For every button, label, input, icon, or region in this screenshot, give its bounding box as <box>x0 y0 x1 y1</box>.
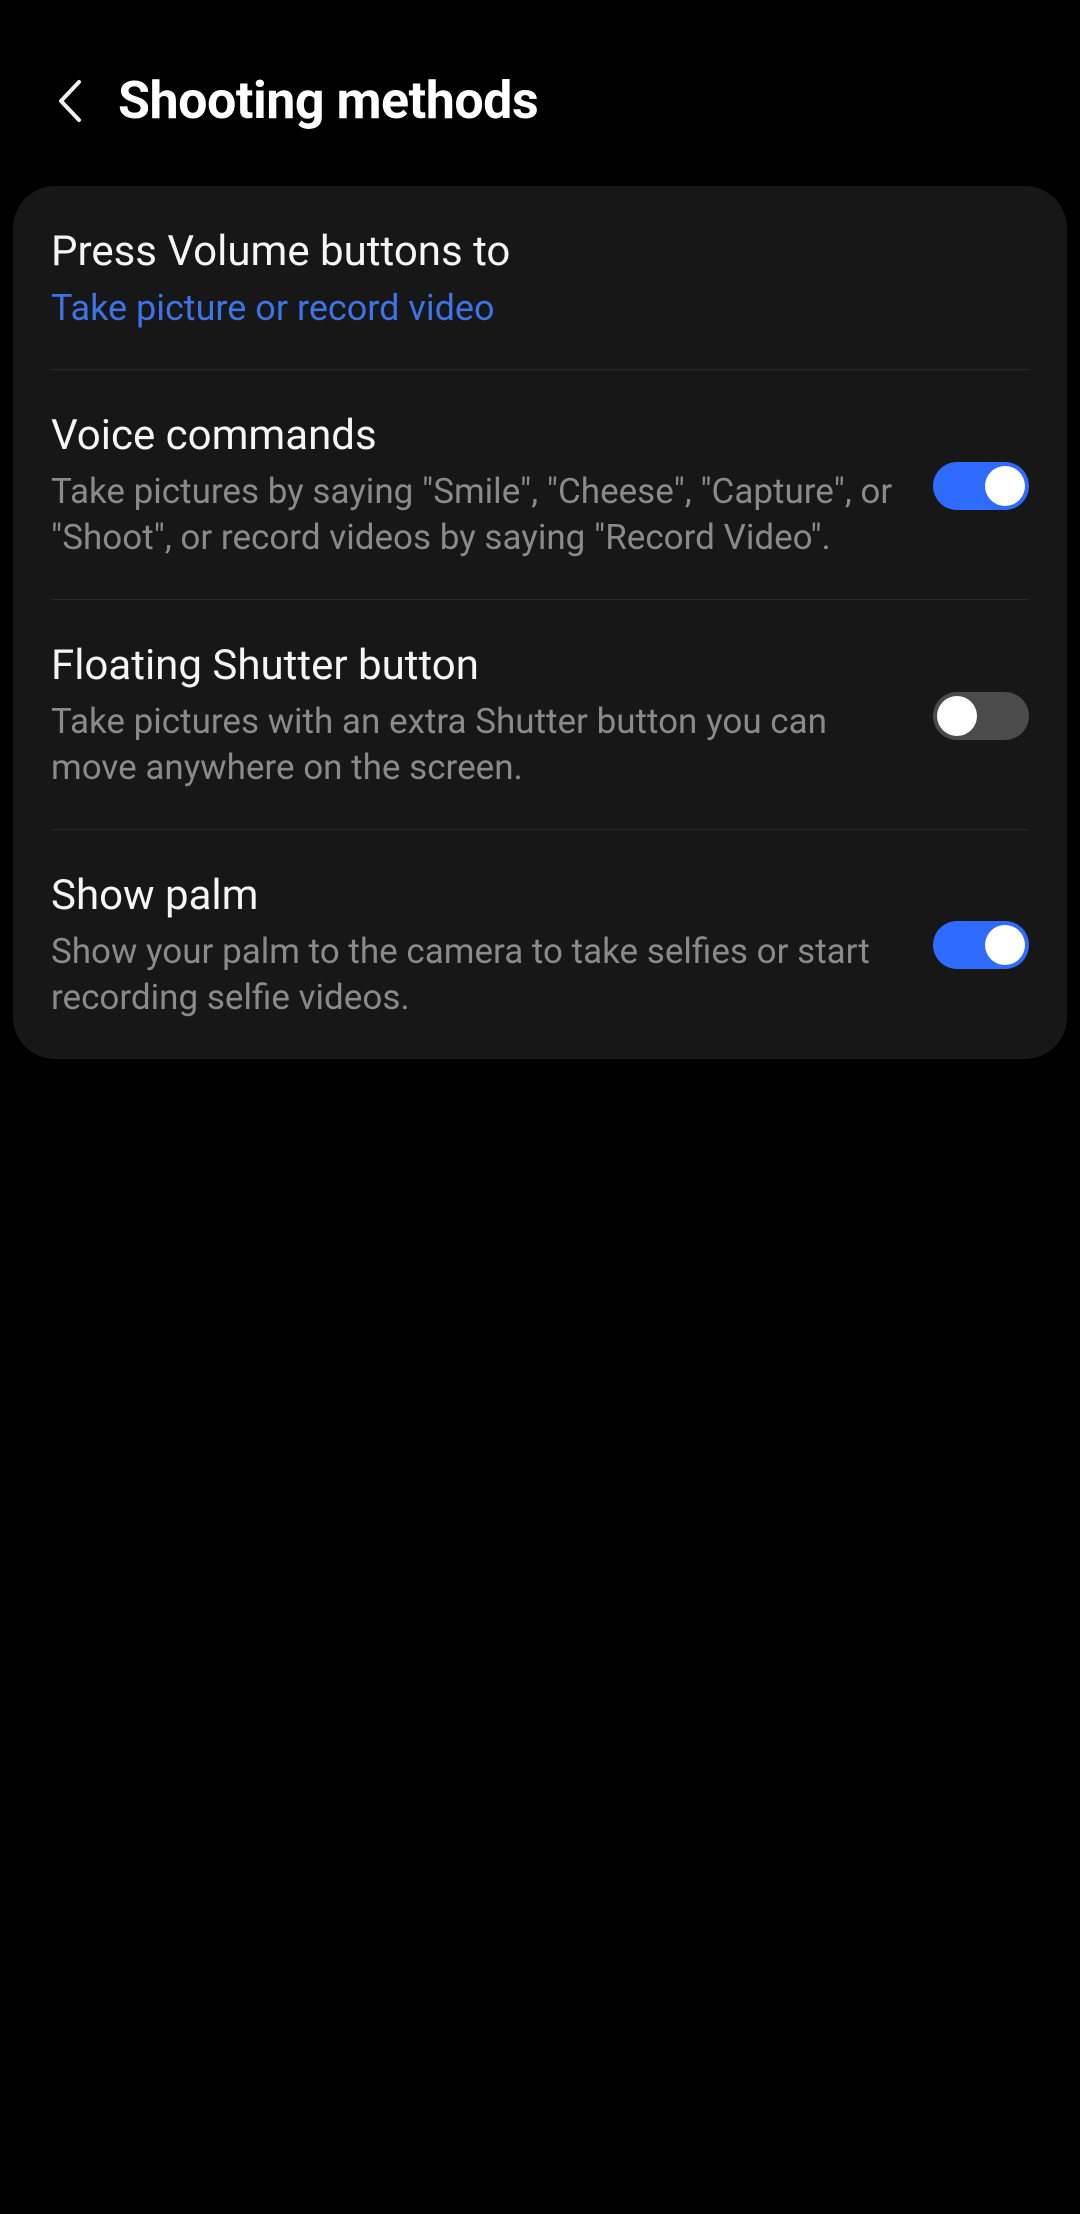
row-desc: Take pictures with an extra Shutter butt… <box>51 699 903 791</box>
row-desc: Show your palm to the camera to take sel… <box>51 929 903 1021</box>
row-voice-commands[interactable]: Voice commands Take pictures by saying "… <box>13 370 1067 599</box>
toggle-knob <box>937 696 977 736</box>
toggle-floating-shutter[interactable] <box>933 692 1029 740</box>
row-title: Floating Shutter button <box>51 640 903 693</box>
row-title: Show palm <box>51 870 903 923</box>
toggle-show-palm[interactable] <box>933 921 1029 969</box>
row-text: Press Volume buttons to Take picture or … <box>51 226 1029 331</box>
row-text: Show palm Show your palm to the camera t… <box>51 870 903 1021</box>
row-title: Press Volume buttons to <box>51 226 1029 279</box>
header: Shooting methods <box>0 0 1080 171</box>
row-text: Voice commands Take pictures by saying "… <box>51 410 903 561</box>
row-text: Floating Shutter button Take pictures wi… <box>51 640 903 791</box>
toggle-knob <box>985 925 1025 965</box>
row-show-palm[interactable]: Show palm Show your palm to the camera t… <box>13 830 1067 1059</box>
row-floating-shutter[interactable]: Floating Shutter button Take pictures wi… <box>13 600 1067 829</box>
row-title: Voice commands <box>51 410 903 463</box>
back-icon[interactable] <box>55 78 83 124</box>
row-desc: Take pictures by saying "Smile", "Cheese… <box>51 469 903 561</box>
settings-card: Press Volume buttons to Take picture or … <box>13 186 1067 1059</box>
row-value: Take picture or record video <box>51 285 1029 332</box>
toggle-voice-commands[interactable] <box>933 462 1029 510</box>
toggle-knob <box>985 466 1025 506</box>
page-title: Shooting methods <box>118 70 538 131</box>
row-volume-buttons[interactable]: Press Volume buttons to Take picture or … <box>13 186 1067 369</box>
